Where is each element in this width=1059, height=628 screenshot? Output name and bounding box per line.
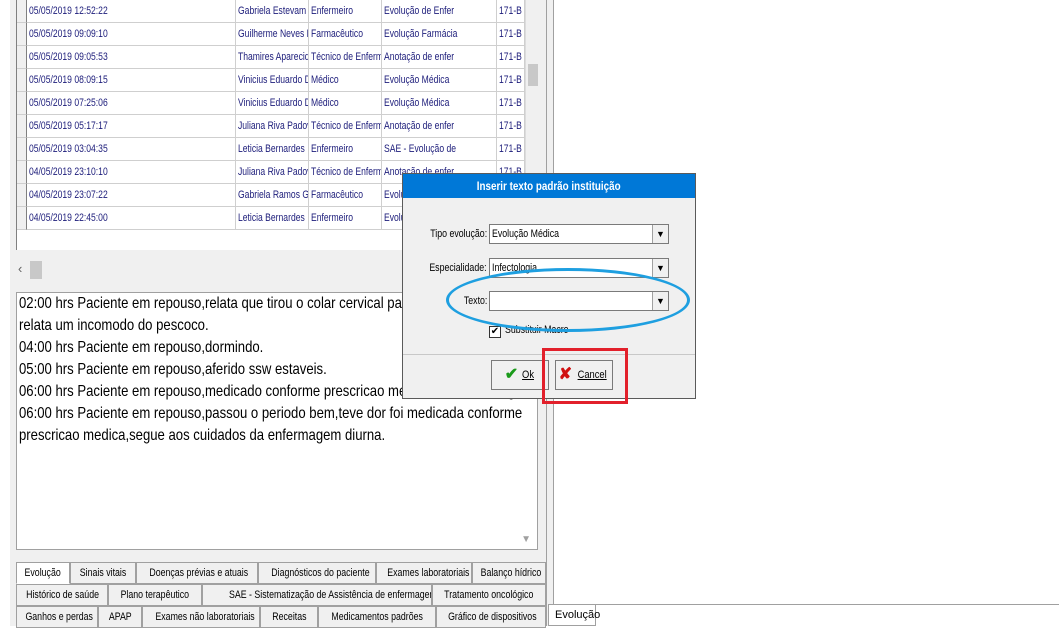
row-professional: Guilherme Neves Dousseau de <box>236 23 309 46</box>
row-datetime: 05/05/2019 12:52:22 <box>27 0 236 23</box>
especialidade-label: Especialidade: <box>429 262 487 274</box>
row-note-type: Anotação de enfer <box>382 115 497 138</box>
row-professional: Vinicius Eduardo D'Andrea <box>236 69 309 92</box>
tab-exames-nao-laboratoriais[interactable]: Exames não laboratoriais <box>142 606 260 628</box>
tipo-evolucao-label: Tipo evolução: <box>430 228 487 240</box>
tab-evolucao[interactable]: Evolução <box>16 562 70 584</box>
table-row[interactable]: 05/05/2019 12:52:22Gabriela Estevam Alve… <box>17 0 525 23</box>
substituir-macro-checkbox[interactable]: ✔ <box>489 326 501 338</box>
dropdown-arrow-icon[interactable]: ▼ <box>652 225 668 243</box>
row-role: Farmacêutico <box>309 23 382 46</box>
texto-highlight-annotation <box>446 268 690 332</box>
check-icon: ✔ <box>504 366 519 384</box>
row-professional: Thamires Aparecida Martins <box>236 46 309 69</box>
row-role: Farmacêutico <box>309 184 382 207</box>
table-row[interactable]: 05/05/2019 05:17:17Juliana Riva PadovanT… <box>17 115 525 138</box>
dropdown-arrow-icon[interactable]: ▼ <box>652 259 668 277</box>
table-row[interactable]: 05/05/2019 03:04:35 Leticia Bernardes Enfe… <box>17 138 525 161</box>
row-note-type: SAE - Evolução de <box>382 138 497 161</box>
row-datetime: 04/05/2019 22:45:00 <box>27 207 236 230</box>
dialog-title-bar[interactable]: Inserir texto padrão instituição <box>403 174 695 198</box>
grid-hscroll-thumb[interactable] <box>30 261 42 279</box>
row-professional: Leticia Bernardes <box>236 138 309 161</box>
tab-evolucao-right[interactable]: Evolução <box>548 604 600 626</box>
tab-doencas-previas[interactable]: Doenças prévias e atuais <box>136 562 258 584</box>
table-row[interactable]: 05/05/2019 07:25:06Vinicius Eduardo D'An… <box>17 92 525 115</box>
row-professional: Leticia Bernardes <box>236 207 309 230</box>
grid-scroll-thumb[interactable] <box>528 64 538 86</box>
row-indicator <box>17 115 27 138</box>
scroll-down-arrow-icon[interactable]: ▼ <box>521 534 531 545</box>
row-indicator <box>17 207 27 230</box>
row-datetime: 05/05/2019 09:09:10 <box>27 23 236 46</box>
row-indicator <box>17 0 27 23</box>
row-indicator <box>17 138 27 161</box>
note-line: prescricao medica,segue aos cuidados da … <box>19 427 386 444</box>
tab-grafico-dispositivos[interactable]: Gráfico de dispositivos <box>436 606 546 628</box>
scroll-left-arrow-icon[interactable]: ‹ <box>18 260 28 278</box>
row-note-type: Evolução Farmácia <box>382 23 497 46</box>
row-bed: 171-B <box>497 69 525 92</box>
tipo-evolucao-select[interactable]: Evolução Médica ▼ <box>489 224 669 244</box>
tab-sinais-vitais[interactable]: Sinais vitais <box>70 562 136 584</box>
row-note-type: Evolução Médica <box>382 92 497 115</box>
cancel-highlight-annotation <box>542 348 628 404</box>
row-role: Técnico de Enferm <box>309 161 382 184</box>
tab-sae[interactable]: SAE - Sistematização de Assistência de e… <box>202 584 432 606</box>
row-note-type: Evolução Médica <box>382 69 497 92</box>
row-role: Técnico de Enferm <box>309 46 382 69</box>
tab-diagnosticos[interactable]: Diagnósticos do paciente <box>258 562 376 584</box>
tab-exames-laboratoriais[interactable]: Exames laboratoriais <box>376 562 472 584</box>
tab-receitas[interactable]: Receitas <box>260 606 318 628</box>
row-bed: 171-B <box>497 0 525 23</box>
tab-baseline <box>596 604 1059 605</box>
row-bed: 171-B <box>497 23 525 46</box>
row-datetime: 05/05/2019 08:09:15 <box>27 69 236 92</box>
row-professional: Gabriela Ramos Goncalves <box>236 184 309 207</box>
row-datetime: 05/05/2019 07:25:06 <box>27 92 236 115</box>
row-bed: 171-B <box>497 138 525 161</box>
tab-historico-saude[interactable]: Histórico de saúde <box>16 584 108 606</box>
row-bed: 171-B <box>497 115 525 138</box>
row-role: Enfermeiro <box>309 138 382 161</box>
row-note-type: Evolução de Enfer <box>382 0 497 23</box>
row-indicator <box>17 46 27 69</box>
row-professional: Juliana Riva Padovan <box>236 161 309 184</box>
row-datetime: 04/05/2019 23:07:22 <box>27 184 236 207</box>
tab-plano-terapeutico[interactable]: Plano terapêutico <box>108 584 202 606</box>
row-role: Técnico de Enferm <box>309 115 382 138</box>
tab-row-2: Histórico de saúde Plano terapêutico SAE… <box>16 584 546 606</box>
row-professional: Vinicius Eduardo D'Andrea <box>236 92 309 115</box>
tab-apap[interactable]: APAP <box>98 606 142 628</box>
row-bed: 171-B <box>497 46 525 69</box>
tab-ganhos-perdas[interactable]: Ganhos e perdas <box>16 606 98 628</box>
row-indicator <box>17 92 27 115</box>
row-role: Médico <box>309 69 382 92</box>
row-professional: Gabriela Estevam Alves <box>236 0 309 23</box>
row-indicator <box>17 184 27 207</box>
row-indicator <box>17 23 27 46</box>
ok-button[interactable]: ✔ Ok <box>491 360 549 390</box>
row-indicator <box>17 69 27 92</box>
tab-row-1: Evolução Sinais vitais Doenças prévias e… <box>16 562 546 584</box>
table-row[interactable]: 05/05/2019 08:09:15Vinicius Eduardo D'An… <box>17 69 525 92</box>
row-role: Médico <box>309 92 382 115</box>
table-row[interactable]: 05/05/2019 09:05:53Thamires Aparecida Ma… <box>17 46 525 69</box>
tab-row-3: Ganhos e perdas APAP Exames não laborato… <box>16 606 546 628</box>
row-note-type: Anotação de enfer <box>382 46 497 69</box>
note-line: 06:00 hrs Paciente em repouso,passou o p… <box>19 405 523 422</box>
tab-balanco-hidrico[interactable]: Balanço hídrico <box>472 562 546 584</box>
row-professional: Juliana Riva Padovan <box>236 115 309 138</box>
row-bed: 171-B <box>497 92 525 115</box>
row-role: Enfermeiro <box>309 0 382 23</box>
row-datetime: 05/05/2019 03:04:35 <box>27 138 236 161</box>
row-datetime: 05/05/2019 05:17:17 <box>27 115 236 138</box>
tab-medicamentos-padroes[interactable]: Medicamentos padrões <box>318 606 436 628</box>
row-datetime: 05/05/2019 09:05:53 <box>27 46 236 69</box>
row-role: Enfermeiro <box>309 207 382 230</box>
tab-tratamento-oncologico[interactable]: Tratamento oncológico <box>432 584 546 606</box>
row-indicator <box>17 161 27 184</box>
row-datetime: 04/05/2019 23:10:10 <box>27 161 236 184</box>
table-row[interactable]: 05/05/2019 09:09:10Guilherme Neves Douss… <box>17 23 525 46</box>
